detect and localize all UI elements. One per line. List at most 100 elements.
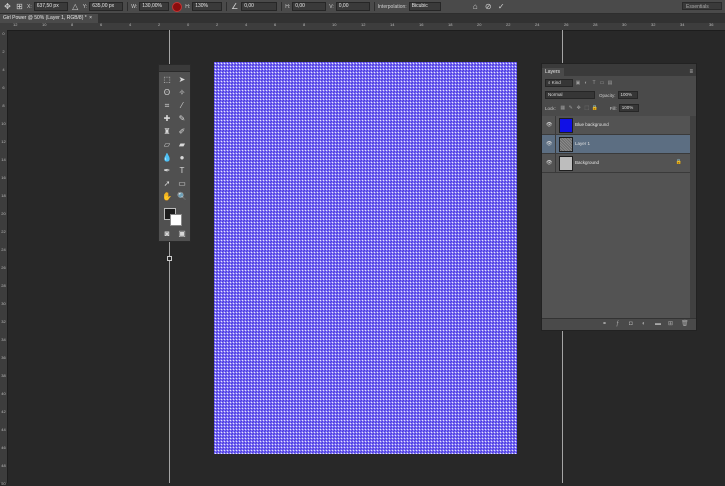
separator [373,2,375,11]
eyedropper-tool-icon[interactable]: ⁄ [177,101,187,111]
ruler-tick-label: 34 [680,22,685,27]
screen-mode-icon[interactable]: ▣ [177,229,187,239]
ruler-tick-label: 10 [1,121,6,126]
lock-icon[interactable]: 🔒 [676,159,682,165]
ruler-tick-label: 8 [71,22,74,27]
visibility-eye-icon[interactable]: 👁 [546,122,552,128]
layer-row[interactable]: 👁 Blue background [542,116,691,135]
layers-scrollbar[interactable] [690,116,696,321]
ruler-origin[interactable] [0,23,7,30]
filter-smart-icon[interactable]: ▤ [607,80,613,86]
shape-tool-icon[interactable]: ▭ [177,179,187,189]
visibility-eye-icon[interactable]: 👁 [546,160,552,166]
opacity-input[interactable]: 100% [617,91,638,99]
layer-name[interactable]: Blue background [575,122,609,128]
healing-brush-icon[interactable]: ✚ [162,114,172,124]
x-input[interactable]: 637,50 px [33,2,68,11]
visibility-eye-icon[interactable]: 👁 [546,141,552,147]
crop-tool-icon[interactable]: ⌗ [162,101,172,111]
zoom-tool-icon[interactable]: 🔍 [177,192,187,202]
tools-panel: ⬚ ➤ ʘ ✧ ⌗ ⁄ ✚ ✎ ♜ ✐ ▱ ▰ 💧 ● ✒ T ➚ ▭ ✋ 🔍 … [158,64,191,242]
layer-style-icon[interactable]: ƒ [616,321,619,327]
layer-name[interactable]: Background [575,160,599,166]
layer-row[interactable]: 👁 Background 🔒 [542,154,691,173]
magic-wand-icon[interactable]: ✧ [177,88,187,98]
filter-adjustment-icon[interactable]: ◐ [583,80,589,86]
history-brush-icon[interactable]: ✐ [177,127,187,137]
reference-point-icon[interactable]: ⊞ [15,2,24,11]
filter-kind-select[interactable]: ⌕ Kind [545,79,573,87]
ruler-tick-label: 14 [1,157,6,162]
ruler-tick-label: 32 [1,319,6,324]
link-aspect-icon[interactable] [172,1,183,12]
lock-transparent-icon[interactable]: ▦ [560,105,566,111]
move-tool-icon[interactable]: ➤ [177,75,187,85]
layers-tab-row [542,68,696,76]
marquee-tool-icon[interactable]: ⬚ [162,75,172,85]
adjustment-layer-icon[interactable]: ◐ [642,321,646,327]
separator [281,2,283,11]
y-input[interactable]: 635,00 px [89,2,124,11]
width-input[interactable]: 130,00% [139,2,170,11]
layer-thumbnail [559,156,573,171]
layer-name[interactable]: Layer 1 [575,141,590,147]
filter-shape-icon[interactable]: ▭ [599,80,605,86]
transform-tool-icon[interactable]: ✥ [3,2,12,11]
ruler-tick-label: 26 [564,22,569,27]
close-icon[interactable]: × [89,15,92,21]
commit-transform-icon[interactable]: ✓ [497,2,506,11]
horizontal-ruler[interactable]: 12 10 8 6 4 2 0 2 4 6 8 10 12 14 16 18 20 22 24 26 28 30 32 34 3… [7,23,725,31]
fill-input[interactable]: 100% [618,104,639,112]
background-color-swatch[interactable] [170,214,182,226]
new-layer-icon[interactable]: ⊞ [668,321,673,327]
lasso-tool-icon[interactable]: ʘ [162,88,172,98]
eraser-tool-icon[interactable]: ▱ [162,140,172,150]
hand-tool-icon[interactable]: ✋ [162,192,172,202]
layer-thumbnail [559,118,573,133]
document-canvas[interactable] [214,62,517,454]
type-tool-icon[interactable]: T [177,166,187,176]
add-mask-icon[interactable]: ◘ [629,321,633,327]
ruler-tick-label: 18 [1,193,6,198]
blend-mode-select[interactable]: Normal [545,91,595,99]
dodge-tool-icon[interactable]: ● [177,153,187,163]
ruler-tick-label: 12 [13,22,18,27]
cancel-transform-icon[interactable]: ⊘ [484,2,493,11]
lock-position-icon[interactable]: ✥ [576,105,582,111]
layers-tab[interactable]: Layers [542,68,564,76]
interpolation-select[interactable]: Bicubic [408,2,441,11]
vskew-input[interactable]: 0,00 [335,2,370,11]
ruler-tick-label: 4 [2,67,5,72]
vertical-ruler[interactable]: 0 2 4 6 8 10 12 14 16 18 20 22 24 26 28 30 32 34 36 38 40 42 4… [0,30,8,486]
delta-icon[interactable]: △ [71,2,80,11]
filter-pixel-icon[interactable]: ▣ [575,80,581,86]
layer-row[interactable]: 👁 Layer 1 [542,135,691,154]
panel-menu-icon[interactable]: ≡ [689,69,693,75]
height-input[interactable]: 130% [192,2,223,11]
ruler-tick-label: 36 [709,22,714,27]
delete-layer-icon[interactable]: 🗑 [681,321,689,327]
ruler-tick-label: 4 [245,22,248,27]
quick-mask-icon[interactable]: ◙ [162,229,172,239]
new-group-icon[interactable]: ▬ [655,321,661,327]
gradient-tool-icon[interactable]: ▰ [177,140,187,150]
warp-icon[interactable]: ⌂ [471,2,480,11]
lock-image-icon[interactable]: ✎ [568,105,574,111]
clone-stamp-icon[interactable]: ♜ [162,127,172,137]
path-selection-icon[interactable]: ➚ [162,179,172,189]
ruler-tick-label: 22 [1,229,6,234]
brush-tool-icon[interactable]: ✎ [177,114,187,124]
tools-panel-header[interactable] [159,65,190,72]
blur-tool-icon[interactable]: 💧 [162,153,172,163]
divider [555,116,556,134]
pen-tool-icon[interactable]: ✒ [162,166,172,176]
transform-handle[interactable] [167,256,172,261]
angle-input[interactable]: 0,00 [241,2,278,11]
lock-artboard-icon[interactable]: ⬚ [584,105,590,111]
filter-type-icon[interactable]: T [591,80,597,86]
ruler-tick-label: 22 [506,22,511,27]
workspace-select[interactable]: Essentials [682,2,722,10]
hskew-input[interactable]: 0,00 [292,2,327,11]
lock-all-icon[interactable]: 🔒 [592,105,598,111]
link-layers-icon[interactable]: ⚭ [602,321,607,327]
